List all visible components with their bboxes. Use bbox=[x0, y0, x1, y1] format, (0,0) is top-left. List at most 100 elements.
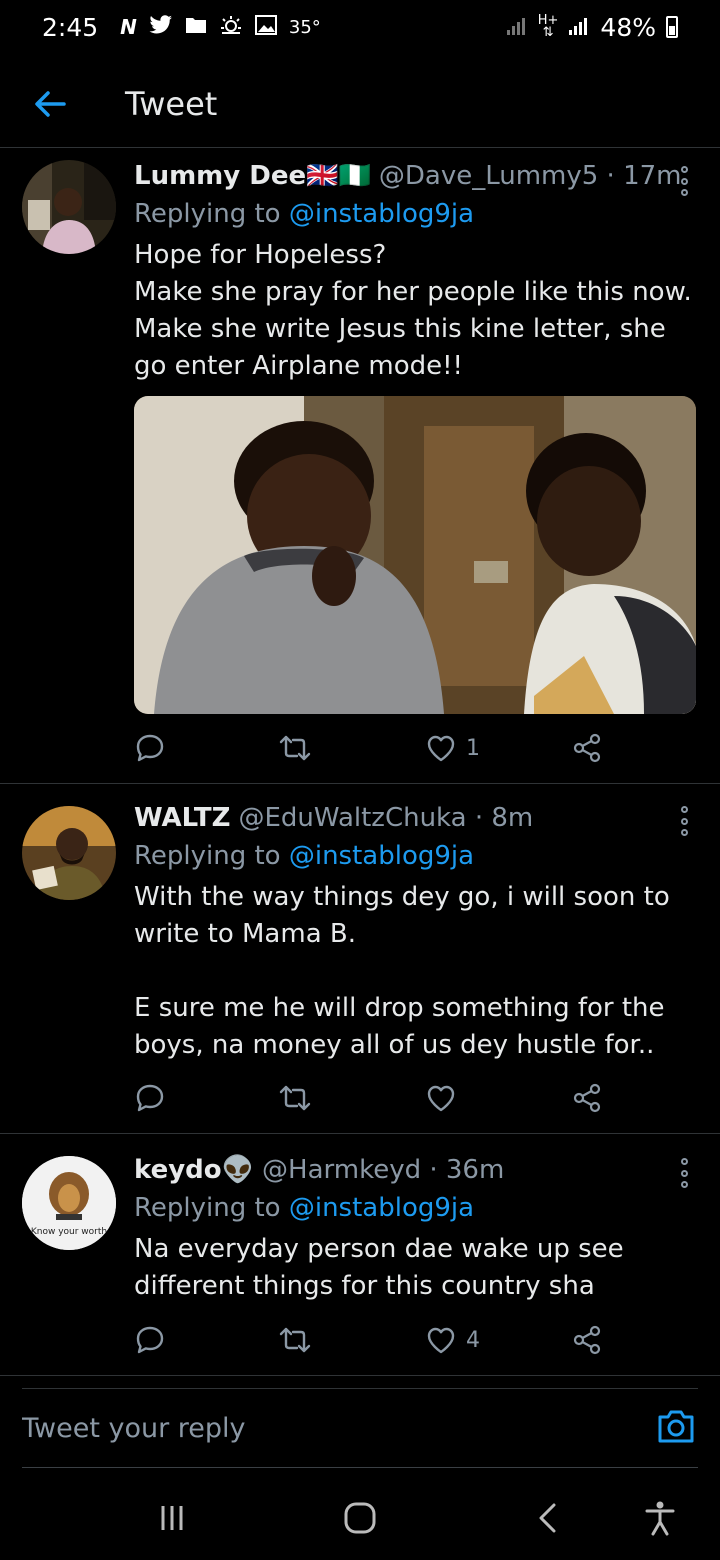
tweet-item[interactable]: Lummy Dee🇬🇧🇳🇬 @Dave_Lummy5 · 17m Replyin… bbox=[0, 152, 720, 784]
home-button[interactable] bbox=[338, 1496, 382, 1540]
heart-icon bbox=[427, 1085, 455, 1112]
signal-icon bbox=[506, 13, 528, 42]
reply-button[interactable] bbox=[134, 1320, 176, 1360]
avatar[interactable]: Know your worth bbox=[22, 1156, 116, 1250]
tweet-item[interactable]: WALTZ @EduWaltzChuka · 8m Replying to @i… bbox=[0, 786, 720, 1134]
reply-button[interactable] bbox=[134, 728, 176, 768]
retweet-icon bbox=[279, 1327, 311, 1353]
replying-to-line: Replying to @instablog9ja bbox=[134, 195, 696, 233]
recent-apps-button[interactable] bbox=[150, 1496, 194, 1540]
tweet-media-image[interactable] bbox=[134, 396, 696, 714]
comment-icon bbox=[136, 734, 164, 762]
avatar[interactable] bbox=[22, 806, 116, 900]
display-name[interactable]: keydo👽 bbox=[134, 1151, 254, 1189]
system-nav-bar bbox=[0, 1478, 720, 1560]
share-icon bbox=[573, 733, 601, 763]
mention-link[interactable]: @instablog9ja bbox=[289, 199, 474, 229]
reply-input[interactable] bbox=[22, 1412, 656, 1444]
user-handle: @Harmkeyd bbox=[262, 1155, 422, 1185]
more-dot-icon bbox=[680, 817, 688, 825]
mention-link[interactable]: @instablog9ja bbox=[289, 841, 474, 871]
battery-percent: 48% bbox=[600, 12, 656, 42]
more-dot-icon bbox=[680, 806, 688, 813]
comment-icon bbox=[136, 1326, 164, 1354]
weather-icon bbox=[219, 14, 243, 41]
retweet-button[interactable] bbox=[278, 1320, 322, 1360]
more-dot-icon bbox=[680, 189, 688, 196]
more-dot-icon bbox=[680, 1158, 688, 1165]
tweet-time: 8m bbox=[491, 803, 534, 833]
separator-dot: · bbox=[421, 1155, 446, 1185]
tweet-body: Lummy Dee🇬🇧🇳🇬 @Dave_Lummy5 · 17m Replyin… bbox=[134, 152, 696, 385]
more-dot-icon bbox=[680, 1169, 688, 1177]
folder-icon bbox=[185, 15, 207, 39]
gallery-icon bbox=[254, 14, 277, 40]
more-options-button[interactable] bbox=[672, 1158, 696, 1188]
accessibility-button[interactable] bbox=[638, 1496, 682, 1540]
back-button[interactable] bbox=[20, 74, 80, 134]
more-dot-icon bbox=[680, 829, 688, 836]
replying-prefix: Replying to bbox=[134, 1193, 281, 1223]
like-count: 4 bbox=[466, 1327, 480, 1353]
signal-icon-2 bbox=[568, 13, 590, 42]
back-nav-button[interactable] bbox=[526, 1496, 570, 1540]
heart-icon bbox=[427, 1327, 455, 1354]
display-name[interactable]: Lummy Dee🇬🇧🇳🇬 bbox=[134, 157, 371, 195]
back-arrow-icon bbox=[35, 90, 66, 117]
chevron-left-icon bbox=[539, 1503, 556, 1533]
share-button[interactable] bbox=[572, 1078, 602, 1118]
replying-to-line: Replying to @instablog9ja bbox=[134, 837, 696, 875]
tweet-text: Na everyday person dae wake up see diffe… bbox=[134, 1234, 624, 1301]
tweet-actions: 1 bbox=[134, 728, 614, 768]
like-button[interactable]: 1 bbox=[426, 728, 480, 768]
tweet-item[interactable]: Know your worth keydo👽 @Harmkeyd · 36m R… bbox=[0, 1136, 720, 1376]
tweet-actions: 4 bbox=[134, 1320, 614, 1360]
tweet-body: keydo👽 @Harmkeyd · 36m Replying to @inst… bbox=[134, 1136, 696, 1305]
retweet-icon bbox=[279, 1085, 311, 1111]
temperature: 35° bbox=[288, 16, 321, 38]
battery-icon bbox=[666, 16, 678, 38]
share-icon bbox=[573, 1083, 601, 1113]
accessibility-icon bbox=[645, 1501, 675, 1536]
n-icon: N bbox=[120, 15, 137, 39]
like-button[interactable] bbox=[426, 1078, 466, 1118]
replying-prefix: Replying to bbox=[134, 841, 281, 871]
retweet-button[interactable] bbox=[278, 1078, 322, 1118]
more-dot-icon bbox=[680, 177, 688, 185]
like-button[interactable]: 4 bbox=[426, 1320, 480, 1360]
top-app-bar: Tweet bbox=[0, 60, 720, 148]
reply-button[interactable] bbox=[134, 1078, 176, 1118]
page-title: Tweet bbox=[125, 84, 218, 123]
more-dot-icon bbox=[680, 1181, 688, 1188]
replying-to-line: Replying to @instablog9ja bbox=[134, 1189, 696, 1227]
tweet-text: With the way things dey go, i will soon … bbox=[134, 882, 670, 1060]
share-button[interactable] bbox=[572, 728, 602, 768]
replying-prefix: Replying to bbox=[134, 199, 281, 229]
more-options-button[interactable] bbox=[672, 166, 696, 196]
retweet-icon bbox=[279, 735, 311, 761]
display-name[interactable]: WALTZ bbox=[134, 799, 230, 837]
data-icon: H+ ⇅ bbox=[537, 13, 559, 40]
tweet-header: WALTZ @EduWaltzChuka · 8m bbox=[134, 799, 696, 837]
avatar-caption: Know your worth bbox=[31, 1227, 107, 1237]
tweet-header: keydo👽 @Harmkeyd · 36m bbox=[134, 1151, 696, 1189]
more-options-button[interactable] bbox=[672, 806, 696, 836]
twitter-icon bbox=[149, 14, 173, 40]
separator-dot: · bbox=[598, 161, 624, 191]
mention-link[interactable]: @instablog9ja bbox=[289, 1193, 474, 1223]
home-icon bbox=[344, 1502, 376, 1534]
user-handle: @EduWaltzChuka bbox=[238, 803, 467, 833]
avatar[interactable] bbox=[22, 160, 116, 254]
share-button[interactable] bbox=[572, 1320, 602, 1360]
share-icon bbox=[573, 1325, 601, 1355]
heart-icon bbox=[427, 735, 455, 762]
tweet-actions bbox=[134, 1078, 614, 1118]
recent-apps-icon bbox=[161, 1506, 183, 1530]
reply-composer bbox=[22, 1388, 698, 1468]
retweet-button[interactable] bbox=[278, 728, 322, 768]
tweet-body: WALTZ @EduWaltzChuka · 8m Replying to @i… bbox=[134, 786, 696, 1064]
status-time: 2:45 bbox=[42, 12, 99, 42]
comment-icon bbox=[136, 1084, 164, 1112]
more-dot-icon bbox=[680, 166, 688, 173]
camera-button[interactable] bbox=[656, 1408, 696, 1448]
